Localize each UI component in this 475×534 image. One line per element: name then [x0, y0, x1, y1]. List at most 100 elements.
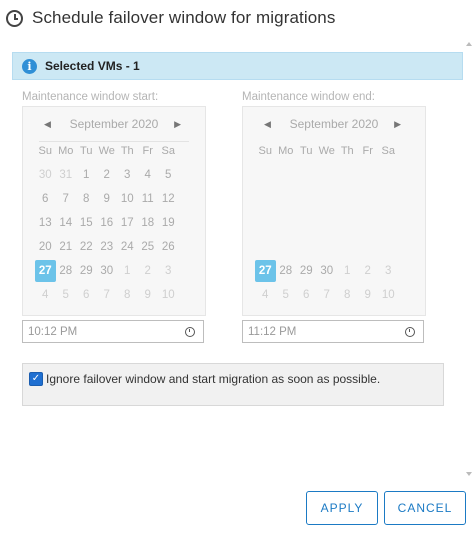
- calendar-empty-cell: [378, 189, 399, 209]
- end-time-value: 11:12 PM: [248, 325, 297, 338]
- calendar-day[interactable]: 8: [76, 189, 97, 209]
- clock-icon[interactable]: [185, 326, 195, 337]
- calendar-day[interactable]: 5: [158, 165, 179, 185]
- calendar-day[interactable]: 13: [35, 213, 56, 233]
- scroll-up-arrow-icon[interactable]: [466, 42, 472, 46]
- calendar-day[interactable]: 7: [97, 285, 118, 305]
- end-weekday-header: Su Mo Tu We Th Fr Sa: [255, 143, 415, 163]
- calendar-day[interactable]: 2: [138, 261, 159, 281]
- dialog-title: Schedule failover window for migrations: [32, 8, 336, 27]
- calendar-day[interactable]: 18: [138, 213, 159, 233]
- calendar-day[interactable]: 1: [76, 165, 97, 185]
- start-label: Maintenance window start:: [22, 91, 159, 103]
- start-time-value: 10:12 PM: [28, 325, 78, 338]
- calendar-day-selected[interactable]: 27: [255, 260, 276, 282]
- calendar-day[interactable]: 19: [158, 213, 179, 233]
- calendar-day[interactable]: 7: [56, 189, 77, 209]
- calendar-day[interactable]: 4: [138, 165, 159, 185]
- calendar-day[interactable]: 15: [76, 213, 97, 233]
- calendar-empty-cell: [378, 213, 399, 233]
- calendar-day[interactable]: 31: [56, 165, 77, 185]
- start-weekday-header: Su Mo Tu We Th Fr Sa: [35, 143, 195, 163]
- apply-button[interactable]: APPLY: [306, 491, 378, 525]
- calendar-day[interactable]: 6: [35, 189, 56, 209]
- calendar-day[interactable]: 10: [378, 285, 399, 305]
- calendar-day[interactable]: 4: [35, 285, 56, 305]
- cancel-button[interactable]: CANCEL: [384, 491, 466, 525]
- calendar-day[interactable]: 6: [296, 285, 317, 305]
- calendar-day[interactable]: 8: [117, 285, 138, 305]
- calendar-day[interactable]: 8: [337, 285, 358, 305]
- calendar-week-row: 27 28 29 30 1 2 3: [35, 260, 195, 282]
- calendar-day[interactable]: 9: [97, 189, 118, 209]
- calendar-day[interactable]: 4: [255, 285, 276, 305]
- weekday-label: Su: [258, 145, 272, 157]
- calendar-day[interactable]: 29: [296, 261, 317, 281]
- calendar-empty-cell: [337, 165, 358, 185]
- calendar-empty-cell: [276, 189, 297, 209]
- weekday-label: Sa: [161, 145, 175, 157]
- calendar-week-row: [255, 189, 415, 209]
- calendar-day[interactable]: 24: [117, 237, 138, 257]
- calendar-day[interactable]: 22: [76, 237, 97, 257]
- calendar-day[interactable]: 2: [97, 165, 118, 185]
- calendar-day[interactable]: 6: [76, 285, 97, 305]
- calendar-day[interactable]: 3: [378, 261, 399, 281]
- calendar-day[interactable]: 10: [117, 189, 138, 209]
- calendar-day[interactable]: 10: [158, 285, 179, 305]
- start-next-month-icon[interactable]: ▶: [174, 116, 181, 132]
- weekday-label: Sa: [381, 145, 395, 157]
- calendar-day[interactable]: 21: [56, 237, 77, 257]
- calendar-day[interactable]: 3: [158, 261, 179, 281]
- calendar-day[interactable]: 9: [138, 285, 159, 305]
- calendar-day[interactable]: 30: [317, 261, 338, 281]
- calendar-empty-cell: [255, 237, 276, 257]
- clock-icon[interactable]: [405, 326, 415, 337]
- vertical-scrollbar[interactable]: [465, 38, 473, 480]
- end-next-month-icon[interactable]: ▶: [394, 116, 401, 132]
- calendar-day[interactable]: 14: [56, 213, 77, 233]
- ignore-failover-option[interactable]: ✓ Ignore failover window and start migra…: [22, 363, 444, 406]
- ignore-failover-checkbox[interactable]: ✓: [29, 372, 43, 386]
- calendar-day[interactable]: 3: [117, 165, 138, 185]
- weekday-label: Th: [120, 145, 134, 157]
- end-calendar-nav: ◀ September 2020 ▶: [243, 116, 425, 132]
- calendar-day[interactable]: 17: [117, 213, 138, 233]
- weekday-label: Mo: [278, 145, 294, 157]
- calendar-day[interactable]: 23: [97, 237, 118, 257]
- calendar-empty-cell: [337, 237, 358, 257]
- calendar-day[interactable]: 30: [35, 165, 56, 185]
- calendar-day[interactable]: 5: [276, 285, 297, 305]
- calendar-empty-cell: [296, 189, 317, 209]
- calendar-day[interactable]: 30: [97, 261, 118, 281]
- calendar-week-row: 30 31 1 2 3 4 5: [35, 165, 195, 185]
- weekday-label: Th: [340, 145, 354, 157]
- calendar-day[interactable]: 26: [158, 237, 179, 257]
- calendar-empty-cell: [296, 165, 317, 185]
- start-time-input[interactable]: 10:12 PM: [22, 320, 204, 343]
- calendar-day[interactable]: 1: [337, 261, 358, 281]
- calendar-day[interactable]: 7: [317, 285, 338, 305]
- scroll-down-arrow-icon[interactable]: [466, 472, 472, 476]
- calendar-empty-cell: [276, 237, 297, 257]
- calendar-day[interactable]: 25: [138, 237, 159, 257]
- calendar-day[interactable]: 28: [56, 261, 77, 281]
- calendar-day[interactable]: 9: [358, 285, 379, 305]
- calendar-day[interactable]: 5: [56, 285, 77, 305]
- calendar-week-row: 4 5 6 7 8 9 10: [255, 285, 415, 305]
- calendar-day[interactable]: 20: [35, 237, 56, 257]
- calendar-day[interactable]: 29: [76, 261, 97, 281]
- calendar-day[interactable]: 28: [276, 261, 297, 281]
- end-time-input[interactable]: 11:12 PM: [242, 320, 424, 343]
- weekday-label: Fr: [142, 145, 153, 157]
- selected-vms-banner: i Selected VMs - 1: [12, 52, 463, 80]
- calendar-empty-cell: [317, 189, 338, 209]
- calendar-day[interactable]: 12: [158, 189, 179, 209]
- calendar-empty-cell: [255, 165, 276, 185]
- calendar-day-selected[interactable]: 27: [35, 260, 56, 282]
- calendar-day[interactable]: 16: [97, 213, 118, 233]
- info-icon: i: [22, 58, 37, 74]
- calendar-day[interactable]: 1: [117, 261, 138, 281]
- calendar-day[interactable]: 11: [138, 189, 159, 209]
- calendar-day[interactable]: 2: [358, 261, 379, 281]
